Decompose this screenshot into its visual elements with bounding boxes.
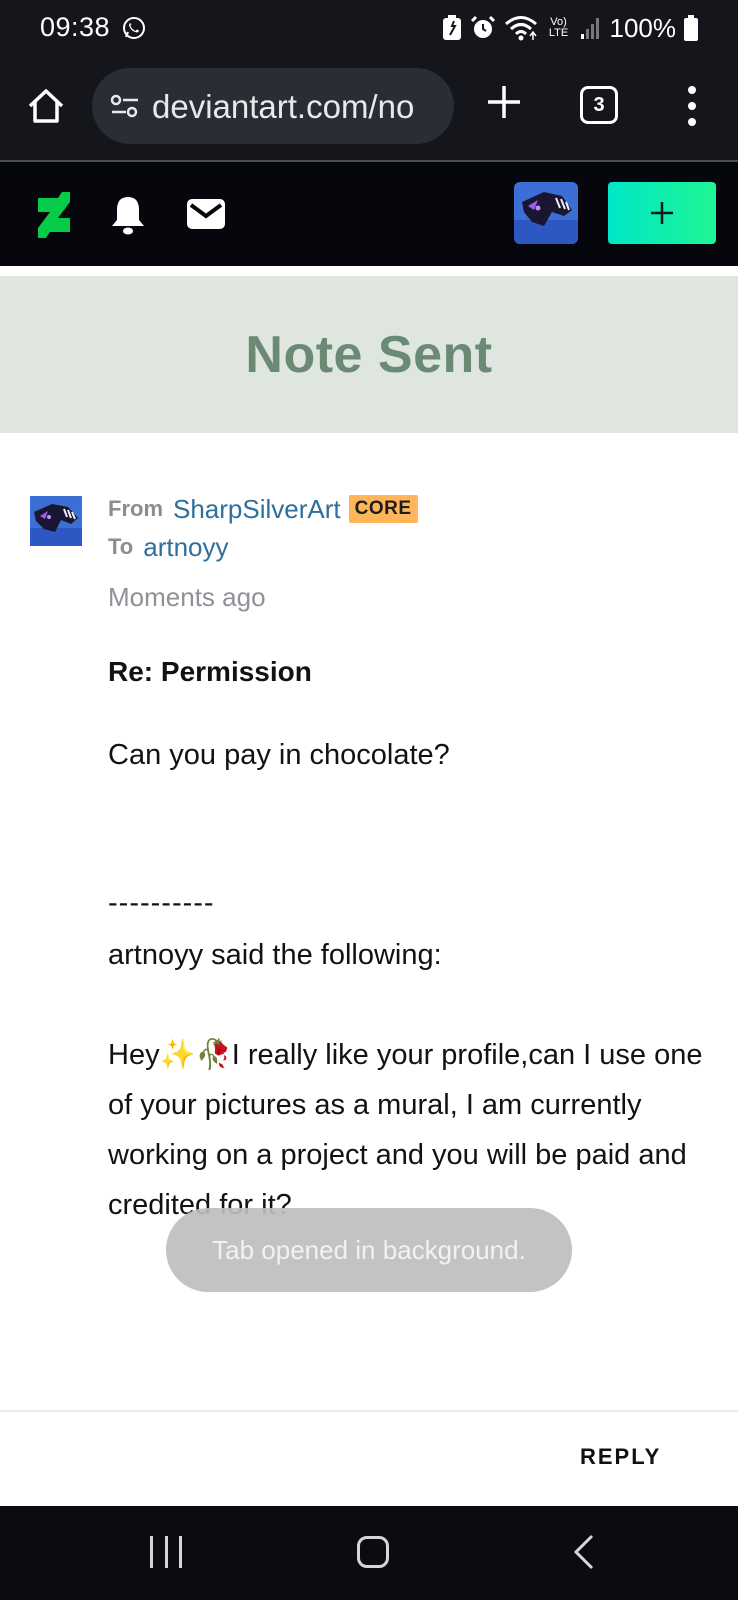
divider — [0, 1410, 738, 1412]
note-meta: From SharpSilverArt CORE To artnoyy — [108, 490, 418, 566]
tab-switcher-button[interactable]: 3 — [580, 86, 618, 124]
mail-icon[interactable] — [186, 198, 226, 230]
url-bar[interactable]: deviantart.com/no — [92, 68, 454, 144]
user-avatar[interactable] — [514, 182, 578, 244]
status-time: 09:38 — [40, 12, 111, 42]
quoted-message: Hey✨🥀I really like your profile,can I us… — [108, 1039, 703, 1221]
avatar-image — [30, 496, 82, 546]
site-header — [0, 162, 738, 266]
quote-intro: artnoyy said the following: — [108, 939, 442, 971]
from-label: From — [108, 496, 163, 521]
home-icon[interactable] — [26, 86, 66, 126]
to-label: To — [108, 534, 134, 559]
menu-dot — [688, 102, 696, 110]
bell-icon[interactable] — [108, 194, 148, 236]
quote-separator: ---------- — [108, 887, 215, 919]
note-timestamp: Moments ago — [108, 582, 266, 612]
reply-button[interactable]: REPLY — [580, 1444, 661, 1470]
volte-icon: Vo) LTE — [548, 16, 569, 39]
status-icons: Vo) LTE 100% — [442, 12, 698, 44]
from-row: From SharpSilverArt CORE — [108, 490, 418, 528]
to-row: To artnoyy — [108, 528, 418, 566]
status-bar: 09:38 Vo) LTE 100% — [0, 0, 738, 58]
banner-title: Note Sent — [245, 325, 493, 384]
menu-dot — [688, 86, 696, 94]
recent-apps-icon[interactable] — [150, 1536, 182, 1568]
battery-saver-icon — [442, 15, 461, 40]
note-subject: Re: Permission — [108, 656, 312, 687]
whatsapp-icon — [123, 17, 145, 39]
new-tab-icon[interactable] — [486, 84, 522, 120]
battery-percent: 100% — [609, 12, 677, 43]
core-badge[interactable]: CORE — [348, 495, 418, 523]
home-nav-icon[interactable] — [357, 1536, 389, 1568]
more-menu-icon[interactable] — [682, 86, 702, 126]
avatar-image — [514, 182, 578, 244]
deviantart-logo-icon[interactable] — [36, 192, 72, 238]
wifi-icon — [504, 16, 537, 41]
plus-icon — [651, 202, 673, 224]
sender-link[interactable]: SharpSilverArt — [173, 494, 341, 525]
browser-toolbar: deviantart.com/no 3 — [0, 58, 738, 160]
note-body: Can you pay in chocolate? — [108, 739, 450, 771]
sender-avatar[interactable] — [30, 496, 82, 546]
url-text[interactable]: deviantart.com/no — [152, 88, 414, 126]
toast-text: Tab opened in background. — [212, 1234, 526, 1265]
system-nav-bar — [0, 1506, 738, 1600]
site-settings-icon[interactable] — [110, 94, 140, 118]
alarm-icon — [470, 15, 495, 38]
create-button[interactable] — [608, 182, 716, 244]
toast-notification: Tab opened in background. — [166, 1208, 572, 1292]
menu-dot — [688, 118, 696, 126]
recent-bar — [179, 1536, 182, 1568]
back-icon[interactable] — [568, 1534, 598, 1570]
battery-icon — [684, 15, 698, 41]
recent-bar — [164, 1536, 168, 1568]
header-gap — [0, 266, 738, 276]
recent-bar — [150, 1536, 153, 1568]
note-sent-banner: Note Sent — [0, 276, 738, 433]
signal-icon — [580, 18, 599, 39]
recipient-link[interactable]: artnoyy — [143, 532, 228, 563]
